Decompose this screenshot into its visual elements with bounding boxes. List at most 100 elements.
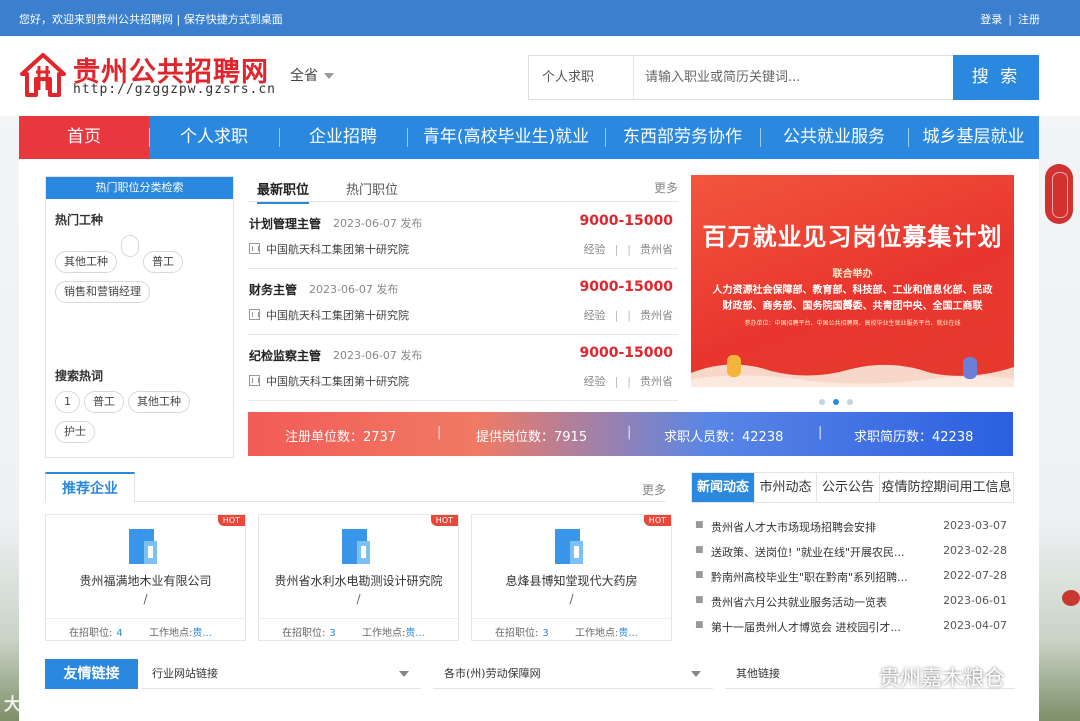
pagination-dot[interactable] [847, 399, 853, 405]
stats-strip: 注册单位数：2737 | 提供岗位数：7915 | 求职人员数：42238 | … [248, 412, 1013, 456]
search-input[interactable] [635, 56, 953, 99]
register-link[interactable]: 注册 [1018, 13, 1040, 26]
tab-news[interactable]: 新闻动态 [692, 473, 754, 502]
stat-positions: 提供岗位数：7915 [476, 430, 588, 445]
city-links-label: 各市(州)劳动保障网 [444, 667, 541, 680]
news-date: 2023-06-01 [943, 594, 1007, 607]
news-item[interactable]: ■ 送政策、送岗位! "就业在线"开展农民... 2023-02-28 [695, 542, 1015, 564]
tag-search-1[interactable]: 1 [55, 391, 80, 413]
open-jobs-label: 在招职位: [69, 628, 113, 639]
open-jobs-count: 4 [116, 628, 123, 639]
friend-links-title: 友情链接 [45, 659, 138, 689]
industry-links-select[interactable]: 行业网站链接 [141, 659, 421, 689]
company-subtitle: / [569, 592, 574, 606]
logo-icon[interactable] [19, 52, 67, 98]
stat-resumes: 求职简历数：42238 [854, 430, 974, 445]
news-date: 2023-04-07 [943, 619, 1007, 632]
site-header: 贵州公共招聘网 http://gzggzpw.gzsrs.cn 全省 个人求职 … [0, 36, 1080, 116]
banner-footer: 参办单位：中国招聘平台、中国公共招聘网、高校毕业生就业服务平台、就业在线 [744, 320, 961, 327]
news-item[interactable]: ■ 第十一届贵州人才博览会 进校园引才... 2023-04-07 [695, 617, 1015, 639]
tab-latest-jobs[interactable]: 最新职位 [257, 179, 310, 204]
companies-more-link[interactable]: 更多 [642, 481, 666, 498]
main-content: 热门职位分类检索 热门工种 其他工种 普工 销售和营销经理 搜索热词 1 普工 其他工… [19, 159, 1039, 721]
job-row[interactable]: 计划管理主管 2023-06-07 发布 9000-15000 中国航天科工集团… [248, 203, 678, 269]
site-url: http://gzggzpw.gzsrs.cn [73, 82, 277, 97]
nav-item-east-west-cooperation[interactable]: 东西部劳务协作 [605, 116, 760, 159]
company-card[interactable]: HOT 贵州省水利水电勘测设计研究院 / 在招职位: 3 工作地点:贵... [258, 514, 459, 641]
login-link[interactable]: 登录 [980, 13, 1002, 26]
news-title[interactable]: 黔南州高校毕业生"职在黔南"系列招聘... [711, 569, 923, 585]
tag-empty[interactable] [121, 235, 139, 257]
hot-search-tags: 1 普工 其他工种 护士 [55, 391, 227, 451]
company-card[interactable]: HOT 贵州福满地木业有限公司 / 在招职位: 4 工作地点:贵... [45, 514, 246, 641]
building-icon [249, 309, 260, 320]
job-row[interactable]: 财务主管 2023-06-07 发布 9000-15000 中国航天科工集团第十… [248, 269, 678, 335]
stat-registered-units: 注册单位数：2737 [285, 430, 397, 445]
pagination-dot-active[interactable] [833, 399, 839, 405]
region-selector[interactable]: 全省 [290, 65, 334, 85]
news-title[interactable]: 贵州省六月公共就业服务活动一览表 [711, 594, 923, 610]
stat-job-seekers: 求职人员数：42238 [664, 430, 784, 445]
company-name[interactable]: 贵州省水利水电勘测设计研究院 [259, 572, 458, 589]
news-title[interactable]: 贵州省人才大市场现场招聘会安排 [711, 519, 923, 535]
company-location: 工作地点:贵... [149, 624, 212, 639]
job-meta: 经验 | | 贵州省 [584, 241, 673, 257]
news-title[interactable]: 送政策、送岗位! "就业在线"开展农民... [711, 544, 923, 560]
banner-line-2: 财政部、商务部、国务院国资委、共青团中央、全国工商联 [722, 301, 983, 312]
news-item[interactable]: ■ 贵州省六月公共就业服务活动一览表 2023-06-01 [695, 592, 1015, 614]
nav-item-rural-employment[interactable]: 城乡基层就业 [908, 116, 1039, 159]
nav-item-youth-employment[interactable]: 青年(高校毕业生)就业 [407, 116, 605, 159]
job-org-name: 中国航天科工集团第十研究院 [266, 309, 409, 322]
nav-item-personal-jobs[interactable]: 个人求职 [149, 116, 279, 159]
building-icon [249, 375, 260, 386]
other-links-label: 其他链接 [736, 667, 780, 680]
news-title[interactable]: 第十一届贵州人才博览会 进校园引才... [711, 619, 923, 635]
search-button[interactable]: 搜 索 [953, 55, 1039, 100]
job-row[interactable]: 纪检监察主管 2023-06-07 发布 9000-15000 中国航天科工集团… [248, 335, 678, 401]
nav-item-public-service[interactable]: 公共就业服务 [760, 116, 908, 159]
meta-separator: | [614, 243, 619, 256]
nav-item-company-recruit[interactable]: 企业招聘 [279, 116, 407, 159]
watermark-right-text: 贵州嘉木粮仓 [879, 666, 1005, 690]
job-title[interactable]: 财务主管 [249, 281, 297, 298]
tag-search-general-worker[interactable]: 普工 [84, 391, 124, 413]
category-panel-title: 热门职位分类检索 [46, 177, 233, 199]
job-title[interactable]: 纪检监察主管 [249, 347, 321, 364]
job-date: 2023-06-07 发布 [333, 349, 423, 362]
tab-city-news[interactable]: 市州动态 [755, 473, 816, 502]
city-links-select[interactable]: 各市(州)劳动保障网 [433, 659, 713, 689]
search-type-selector[interactable]: 个人求职 [529, 56, 634, 99]
news-item[interactable]: ■ 贵州省人才大市场现场招聘会安排 2023-03-07 [695, 517, 1015, 539]
meta-separator: | [614, 375, 619, 388]
welcome-text: 您好，欢迎来到贵州公共招聘网 | 保存快捷方式到桌面 [19, 13, 283, 26]
category-panel: 热门职位分类检索 热门工种 其他工种 普工 销售和营销经理 搜索热词 1 普工 其他工… [45, 176, 234, 458]
job-salary: 9000-15000 [579, 345, 673, 361]
job-org: 中国航天科工集团第十研究院 [249, 307, 409, 323]
hot-badge: HOT [430, 515, 458, 526]
tag-other-types[interactable]: 其他工种 [55, 251, 117, 273]
tag-sales-manager[interactable]: 销售和营销经理 [55, 281, 150, 303]
job-title[interactable]: 计划管理主管 [249, 215, 321, 232]
tab-hot-jobs[interactable]: 热门职位 [346, 179, 398, 198]
news-item[interactable]: ■ 黔南州高校毕业生"职在黔南"系列招聘... 2022-07-28 [695, 567, 1015, 589]
company-name[interactable]: 贵州福满地木业有限公司 [46, 572, 245, 589]
news-date: 2022-07-28 [943, 569, 1007, 582]
bullet-icon: ■ [695, 520, 704, 530]
tag-general-worker[interactable]: 普工 [143, 251, 183, 273]
company-card[interactable]: HOT 息烽县博知堂现代大药房 / 在招职位: 3 工作地点:贵... [471, 514, 672, 641]
tab-epidemic-jobs[interactable]: 疫情防控期间用工信息 [880, 473, 1013, 502]
location-label: 工作地点: [575, 628, 619, 639]
job-org: 中国航天科工集团第十研究院 [249, 241, 409, 257]
recommended-companies-title[interactable]: 推荐企业 [45, 472, 135, 503]
jobs-more-link[interactable]: 更多 [654, 179, 678, 196]
job-date: 2023-06-07 发布 [333, 217, 423, 230]
tab-announcements[interactable]: 公示公告 [817, 473, 879, 502]
promo-banner[interactable]: 百万就业见习岗位募集计划 联合举办 人力资源社会保障部、教育部、科技部、工业和信… [691, 175, 1014, 387]
company-name[interactable]: 息烽县博知堂现代大药房 [472, 572, 671, 589]
tag-search-nurse[interactable]: 护士 [55, 421, 95, 443]
tag-search-other-types[interactable]: 其他工种 [128, 391, 190, 413]
hot-badge: HOT [217, 515, 245, 526]
nav-item-home[interactable]: 首页 [19, 116, 149, 159]
pagination-dot[interactable] [819, 399, 825, 405]
bullet-icon: ■ [695, 570, 704, 580]
